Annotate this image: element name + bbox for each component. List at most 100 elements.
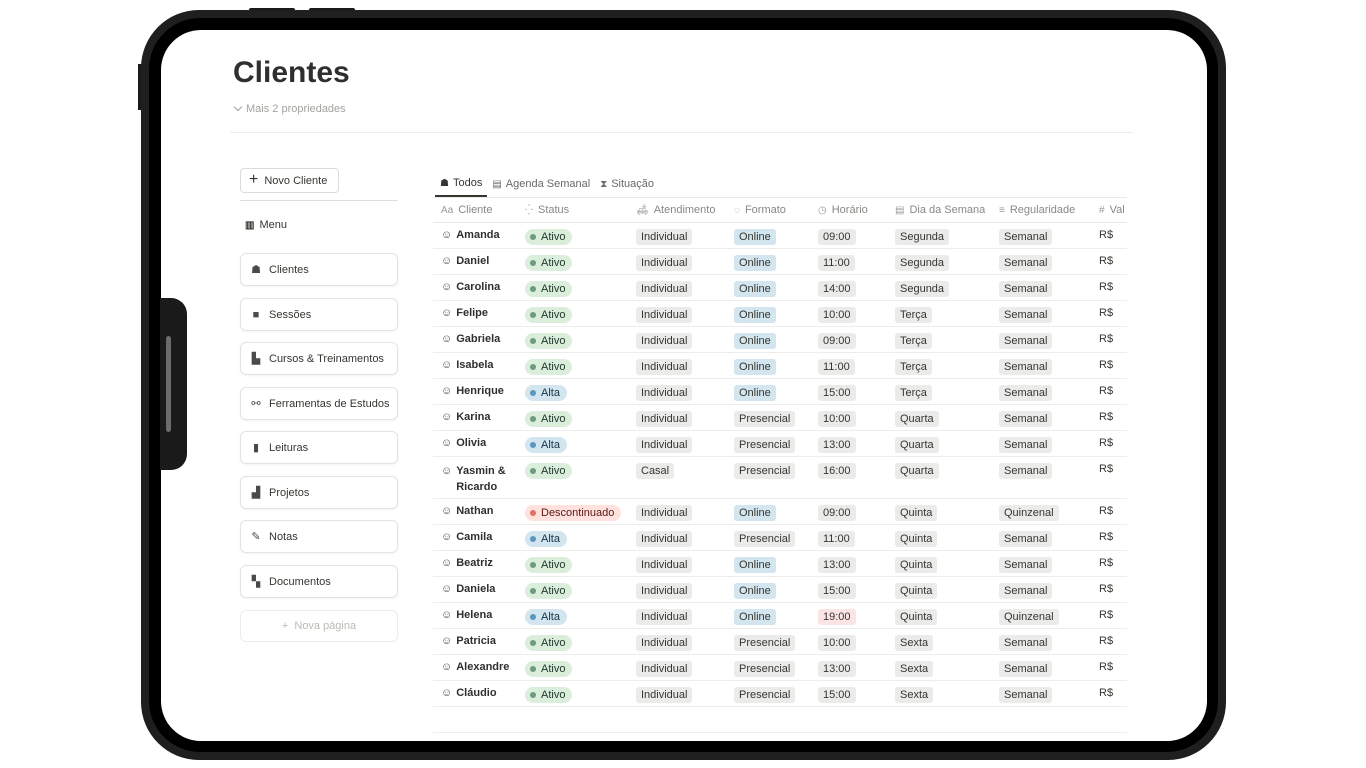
cell-dia-semana[interactable]: Sexta (887, 629, 991, 654)
cell-valor[interactable]: R$ (1091, 223, 1127, 248)
cell-status[interactable]: Descontinuado (517, 499, 628, 524)
client-name[interactable]: ☺ Karina (441, 411, 517, 423)
cell-status[interactable]: Alta (517, 431, 628, 456)
cell-status[interactable]: Ativo (517, 249, 628, 274)
cell-valor[interactable]: R$ (1091, 301, 1127, 326)
cell-dia-semana[interactable]: Segunda (887, 223, 991, 248)
cell-status[interactable]: Alta (517, 603, 628, 628)
sidebar-item-leituras[interactable]: ▮ Leituras (240, 431, 398, 464)
table-row[interactable]: ☺ Amanda Ativo Individual Online 09:00 Segunda… (433, 223, 1127, 249)
cell-valor[interactable]: R$ (1091, 629, 1127, 654)
tab-agenda-semanal[interactable]: ▤ Agenda Semanal (487, 171, 595, 197)
cell-atendimento[interactable]: Individual (628, 223, 726, 248)
table-row[interactable]: ☺ Karina Ativo Individual Presencial 10:00 Qua… (433, 405, 1127, 431)
cell-dia-semana[interactable]: Quinta (887, 525, 991, 550)
cell-dia-semana[interactable]: Quarta (887, 405, 991, 430)
cell-horario[interactable]: 11:00 (810, 249, 887, 274)
cell-cliente[interactable]: ☺ Patricia (433, 629, 517, 655)
cell-status[interactable]: Ativo (517, 681, 628, 706)
cell-valor[interactable]: R$ (1091, 655, 1127, 680)
cell-valor[interactable]: R$ (1091, 457, 1127, 482)
cell-regularidade[interactable]: Semanal (991, 655, 1091, 680)
cell-status[interactable]: Ativo (517, 457, 628, 482)
cell-status[interactable]: Ativo (517, 551, 628, 576)
sidebar-item-notas[interactable]: ✎ Notas (240, 520, 398, 553)
cell-formato[interactable]: Presencial (726, 457, 810, 482)
cell-horario[interactable]: 14:00 (810, 275, 887, 300)
cell-valor[interactable]: R$ (1091, 431, 1127, 456)
cell-formato[interactable]: Online (726, 327, 810, 352)
cell-formato[interactable]: Online (726, 603, 810, 628)
cell-regularidade[interactable]: Semanal (991, 457, 1091, 482)
client-name[interactable]: ☺ Daniela (441, 583, 517, 595)
cell-atendimento[interactable]: Individual (628, 525, 726, 550)
cell-horario[interactable]: 15:00 (810, 681, 887, 706)
cell-dia-semana[interactable]: Quinta (887, 499, 991, 524)
cell-cliente[interactable]: ☺ Cláudio (433, 681, 517, 707)
cell-regularidade[interactable]: Semanal (991, 353, 1091, 378)
cell-formato[interactable]: Online (726, 301, 810, 326)
table-row[interactable]: ☺ Felipe Ativo Individual Online 10:00 Terça Se… (433, 301, 1127, 327)
cell-formato[interactable]: Online (726, 275, 810, 300)
cell-regularidade[interactable]: Semanal (991, 431, 1091, 456)
client-name[interactable]: ☺ Cláudio (441, 687, 517, 699)
cell-cliente[interactable]: ☺ Alexandre (433, 655, 517, 681)
cell-horario[interactable]: 10:00 (810, 301, 887, 326)
cell-status[interactable]: Ativo (517, 577, 628, 602)
cell-atendimento[interactable]: Individual (628, 499, 726, 524)
cell-valor[interactable]: R$ (1091, 353, 1127, 378)
cell-regularidade[interactable]: Semanal (991, 577, 1091, 602)
cell-atendimento[interactable]: Individual (628, 655, 726, 680)
cell-valor[interactable]: R$ (1091, 525, 1127, 550)
cell-valor[interactable]: R$ (1091, 249, 1127, 274)
column-header-horario[interactable]: ◷ Horário (810, 204, 887, 216)
cell-dia-semana[interactable]: Sexta (887, 655, 991, 680)
cell-dia-semana[interactable]: Segunda (887, 275, 991, 300)
client-name[interactable]: ☺ Beatriz (441, 557, 517, 569)
cell-valor[interactable]: R$ (1091, 551, 1127, 576)
client-name[interactable]: ☺ Felipe (441, 307, 517, 319)
client-name[interactable]: ☺ Isabela (441, 359, 517, 371)
sidebar-item-clientes[interactable]: ☗ Clientes (240, 253, 398, 286)
tab-todos[interactable]: ☗ Todos (435, 171, 488, 197)
cell-regularidade[interactable]: Semanal (991, 681, 1091, 706)
cell-atendimento[interactable]: Individual (628, 405, 726, 430)
cell-regularidade[interactable]: Semanal (991, 405, 1091, 430)
cell-dia-semana[interactable]: Sexta (887, 681, 991, 706)
cell-formato[interactable]: Online (726, 249, 810, 274)
cell-cliente[interactable]: ☺ Amanda (433, 223, 517, 249)
cell-atendimento[interactable]: Individual (628, 327, 726, 352)
sidebar-item-projetos[interactable]: ▟ Projetos (240, 476, 398, 509)
cell-atendimento[interactable]: Individual (628, 603, 726, 628)
cell-valor[interactable]: R$ (1091, 499, 1127, 524)
cell-cliente[interactable]: ☺ Gabriela (433, 327, 517, 353)
column-header-status[interactable]: ⁛ Status (517, 204, 628, 216)
cell-status[interactable]: Ativo (517, 629, 628, 654)
table-row[interactable]: ☺ Yasmin & Ricardo Ativo Casal Presencial 16:… (433, 457, 1127, 499)
cell-status[interactable]: Ativo (517, 223, 628, 248)
new-client-button[interactable]: + Novo Cliente (240, 168, 339, 193)
cell-atendimento[interactable]: Individual (628, 249, 726, 274)
cell-status[interactable]: Ativo (517, 353, 628, 378)
cell-atendimento[interactable]: Individual (628, 431, 726, 456)
client-name[interactable]: ☺ Camila (441, 531, 517, 543)
cell-dia-semana[interactable]: Terça (887, 301, 991, 326)
cell-dia-semana[interactable]: Terça (887, 327, 991, 352)
cell-status[interactable]: Ativo (517, 327, 628, 352)
cell-dia-semana[interactable]: Quinta (887, 603, 991, 628)
cell-status[interactable]: Ativo (517, 405, 628, 430)
cell-atendimento[interactable]: Individual (628, 551, 726, 576)
cell-valor[interactable]: R$ (1091, 603, 1127, 628)
cell-formato[interactable]: Presencial (726, 525, 810, 550)
client-name[interactable]: ☺ Henrique (441, 385, 517, 397)
cell-dia-semana[interactable]: Terça (887, 353, 991, 378)
sidebar-item-documentos[interactable]: ▚ Documentos (240, 565, 398, 598)
cell-regularidade[interactable]: Semanal (991, 327, 1091, 352)
table-row[interactable]: ☺ Daniela Ativo Individual Online 15:00 Quinta… (433, 577, 1127, 603)
cell-formato[interactable]: Presencial (726, 629, 810, 654)
column-header-valor[interactable]: # Val (1091, 204, 1127, 216)
cell-valor[interactable]: R$ (1091, 405, 1127, 430)
cell-horario[interactable]: 15:00 (810, 379, 887, 404)
cell-valor[interactable]: R$ (1091, 275, 1127, 300)
table-row[interactable]: ☺ Gabriela Ativo Individual Online 09:00 Terça… (433, 327, 1127, 353)
